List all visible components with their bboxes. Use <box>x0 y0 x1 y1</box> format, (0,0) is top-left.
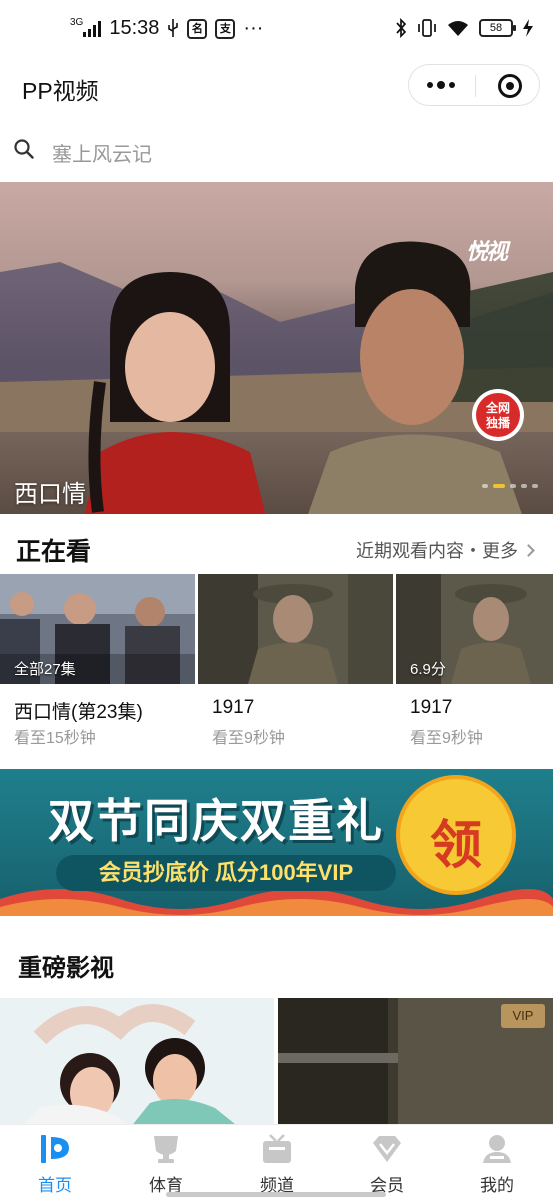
watching-thumbnail <box>198 574 393 684</box>
banner-dot <box>521 484 527 488</box>
tab-label: 首页 <box>38 1176 72 1195</box>
featured-item[interactable]: VIP <box>278 998 553 1128</box>
search-bar[interactable]: 塞上风云记 <box>0 128 553 172</box>
featured-title: 重磅影视 <box>18 955 114 982</box>
watching-item[interactable]: 1917 看至9秒钟 <box>198 574 393 754</box>
featured-grid: VIP <box>0 998 553 1128</box>
banner-dot <box>482 484 488 488</box>
tab-home[interactable]: 首页 <box>10 1133 100 1199</box>
promo-title: 双节同庆双重礼 <box>48 795 384 847</box>
usb-icon <box>168 18 179 37</box>
battery-icon: 58 <box>479 19 516 37</box>
vip-icon <box>373 1136 401 1162</box>
watching-more-link[interactable]: 近期观看内容・更多 <box>356 537 533 563</box>
promo-subtitle: 会员抄底价 瓜分100年VIP <box>56 855 396 891</box>
hero-banner[interactable]: 悦视 全网 独播 西口情 <box>0 182 553 514</box>
tab-sports[interactable]: 体育 <box>121 1133 211 1199</box>
channel-icon <box>263 1134 291 1163</box>
tab-label: 我的 <box>480 1176 514 1195</box>
banner-actor <box>308 241 522 514</box>
promo-receive-coin[interactable]: 领 <box>400 779 512 891</box>
network-type: 3G <box>70 16 84 28</box>
tab-profile[interactable]: 我的 <box>452 1133 542 1199</box>
banner-pagination <box>482 484 538 488</box>
banner-dot <box>532 484 538 488</box>
watching-item[interactable]: 6.9分 1917 看至9秒钟 <box>396 574 553 754</box>
profile-icon <box>483 1135 511 1163</box>
watching-item-progress: 看至9秒钟 <box>212 730 285 747</box>
watching-item-progress: 看至9秒钟 <box>410 730 483 747</box>
status-left: 3G 15:38 名 支 ··· <box>70 17 263 40</box>
charging-icon <box>523 19 533 37</box>
app-title: PP视频 <box>22 78 99 104</box>
more-menu-icon[interactable] <box>427 81 455 89</box>
watching-section-header: 正在看 近期观看内容・更多 <box>0 522 553 572</box>
watching-item-title: 1917 <box>212 697 255 718</box>
banner-dot <box>510 484 516 488</box>
home-icon <box>41 1135 69 1163</box>
vibrate-icon <box>418 19 436 37</box>
sports-icon <box>154 1136 178 1163</box>
featured-thumbnail <box>0 998 274 1128</box>
watching-list: 全部27集 西口情(第23集) 看至15秒钟 1917 看至9秒钟 6.9分 1… <box>0 574 553 754</box>
signal-icon <box>83 20 102 37</box>
vip-badge: VIP <box>501 1004 545 1028</box>
watching-item-progress: 看至15秒钟 <box>14 730 96 747</box>
pay-app-icon: 支 <box>215 18 236 39</box>
home-indicator[interactable] <box>166 1192 386 1197</box>
svg-text:全网: 全网 <box>485 400 510 415</box>
bottom-tab-bar: 首页 体育 频道 会员 我的 <box>0 1124 553 1200</box>
status-time: 15:38 <box>109 17 160 39</box>
app-header: PP视频 <box>0 60 553 110</box>
status-bar: 3G 15:38 名 支 ··· 58 <box>0 0 553 60</box>
promo-receive-label: 领 <box>429 817 482 875</box>
capsule-divider <box>475 75 476 97</box>
tab-vip[interactable]: 会员 <box>342 1133 432 1199</box>
search-input[interactable]: 塞上风云记 <box>52 138 152 167</box>
watching-item-title: 1917 <box>410 697 453 718</box>
rating-badge: 6.9分 <box>410 661 446 678</box>
featured-section-header: 重磅影视 <box>0 938 553 988</box>
status-right: 58 <box>395 18 533 38</box>
wifi-icon <box>448 21 468 36</box>
episode-count-badge: 全部27集 <box>14 661 76 678</box>
close-miniprogram-icon[interactable] <box>498 74 522 98</box>
tab-channel[interactable]: 频道 <box>232 1133 322 1199</box>
bluetooth-icon <box>396 18 407 38</box>
exclusive-badge: 全网 独播 <box>472 389 524 441</box>
watching-title: 正在看 <box>16 538 92 566</box>
banner-logo: 悦视 <box>466 239 508 264</box>
svg-text:独播: 独播 <box>485 415 511 430</box>
watching-item-title: 西口情(第23集) <box>14 702 143 723</box>
miniprogram-capsule <box>408 64 540 106</box>
banner-title: 西口情 <box>14 481 86 508</box>
promo-banner[interactable]: 双节同庆双重礼 会员抄底价 瓜分100年VIP 领 <box>0 769 553 916</box>
sim-app-icon: 名 <box>187 18 208 39</box>
watching-item[interactable]: 全部27集 西口情(第23集) 看至15秒钟 <box>0 574 195 754</box>
more-notifications-icon: ··· <box>243 17 264 39</box>
featured-item[interactable] <box>0 998 274 1128</box>
banner-dot-active <box>493 484 505 488</box>
search-icon <box>14 139 34 159</box>
banner-actress <box>84 272 266 514</box>
